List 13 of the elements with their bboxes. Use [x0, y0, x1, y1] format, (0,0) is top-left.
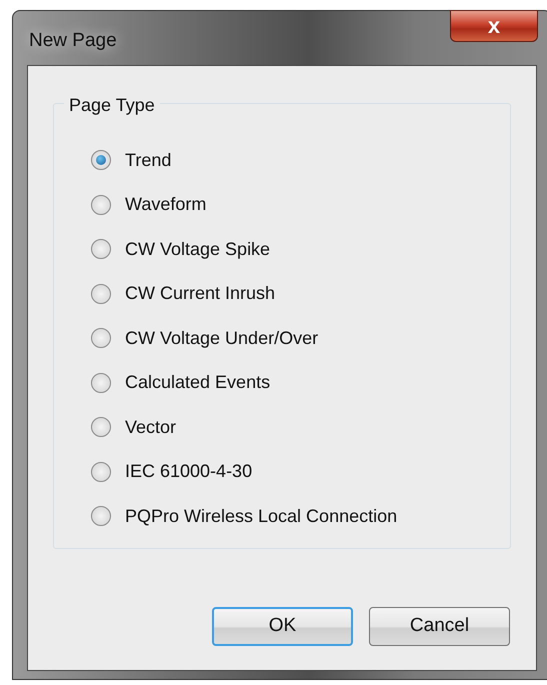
- window-title: New Page: [29, 29, 117, 53]
- radio-option[interactable]: CW Voltage Under/Over: [91, 326, 318, 350]
- dialog-button[interactable]: OK: [212, 607, 353, 646]
- radio-option[interactable]: PQPro Wireless Local Connection: [91, 504, 398, 528]
- dialog-button[interactable]: Cancel: [369, 607, 510, 646]
- radio-option[interactable]: IEC 61000-4-30: [91, 460, 252, 484]
- radio-option[interactable]: Calculated Events: [91, 370, 270, 394]
- radio-option[interactable]: CW Current Inrush: [91, 282, 276, 306]
- radio-option[interactable]: Waveform: [91, 192, 206, 216]
- radio-option[interactable]: Trend: [91, 148, 172, 172]
- radio-option[interactable]: CW Voltage Spike: [91, 237, 270, 261]
- close-button[interactable]: x: [450, 10, 538, 42]
- radio-option[interactable]: Vector: [91, 415, 176, 439]
